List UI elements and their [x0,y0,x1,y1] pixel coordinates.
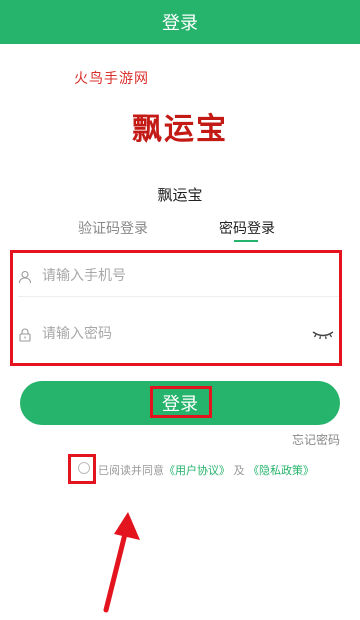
login-tabs: 验证码登录 密码登录 [0,218,360,248]
agreement-checkbox[interactable] [78,462,90,474]
active-tab-indicator [234,240,258,242]
tab-password-login[interactable]: 密码登录 [219,218,275,238]
privacy-policy-link[interactable]: 《隐私政策》 [248,464,314,477]
header-title: 登录 [162,13,198,34]
app-logo: 飘运宝 [132,112,228,147]
form-highlight-box [10,250,342,366]
pointer-arrow-icon [103,512,140,613]
agreement-conjunction: 及 [233,464,245,477]
app-name: 飘运宝 [157,186,203,204]
watermark-text: 火鸟手游网 [74,71,149,87]
login-button[interactable]: 登录 [20,381,340,425]
agreement-prefix: 已阅读并同意 [98,464,164,477]
tab-sms-login[interactable]: 验证码登录 [78,218,148,238]
app-header: 登录 [0,0,360,44]
agreement-text: 已阅读并同意《用户协议》 及 《隐私政策》 [98,462,314,478]
forgot-password-link[interactable]: 忘记密码 [292,431,340,448]
user-agreement-link[interactable]: 《用户协议》 [164,464,230,477]
